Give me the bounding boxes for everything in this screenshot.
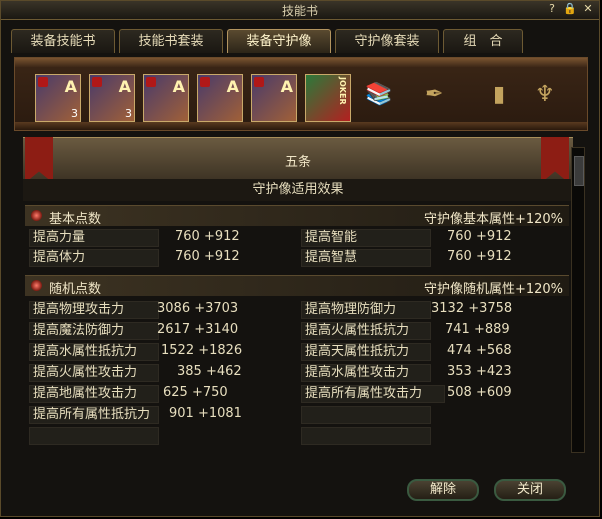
guardian-name-banner: 五条 [23,137,573,181]
guardian-card-2[interactable]: A 3 [89,74,135,122]
stat-row [29,427,569,445]
tab-equip-skillbook[interactable]: 装备技能书 [11,29,115,53]
unequip-button[interactable]: 解除 [407,479,479,501]
locked-icon [92,77,102,87]
section-bullet-icon [31,280,42,291]
stat-row: 提高魔法防御力 2617 +3140 提高火属性抵抗力 741 +889 [29,322,569,340]
tab-bar: 装备技能书 技能书套装 装备守护像 守护像套装 组 合 [11,29,523,53]
stat-row: 提高所有属性抵抗力 901 +1081 [29,406,569,424]
quill-decoration-icon: ✒ [425,82,444,107]
books-decoration-icon: 📚 [365,82,393,107]
stat-row: 提高水属性抵抗力 1522 +1826 提高天属性抵抗力 474 +568 [29,343,569,361]
close-icon[interactable]: ✕ [581,2,595,16]
window-title: 技能书 [281,4,318,18]
scrollbar-thumb[interactable] [574,156,584,186]
stat-row: 提高火属性攻击力 385 +462 提高水属性攻击力 353 +423 [29,364,569,382]
locked-icon [254,77,264,87]
stat-row: 提高体力 760 +912 提高智慧 760 +912 [29,249,569,267]
basic-points-header: 基本点数 守护像基本属性+120% [25,205,569,227]
locked-icon [200,77,210,87]
lock-icon[interactable]: 🔒 [563,2,577,16]
vertical-scrollbar[interactable] [571,147,585,453]
guardian-shelf: A 3 A 3 A A A JOKER 📚 ✒ ▮ ♆ [14,57,588,131]
help-icon[interactable]: ? [545,2,559,16]
close-button[interactable]: 关闭 [494,479,566,501]
tab-skillbook-set[interactable]: 技能书套装 [119,29,223,53]
guardian-name: 五条 [284,155,311,170]
locked-icon [146,77,156,87]
candelabra-decoration-icon: ♆ [535,82,555,107]
stat-row: 提高地属性攻击力 625 +750 提高所有属性攻击力 508 +609 [29,385,569,403]
guardian-card-5[interactable]: A [251,74,297,122]
random-points-header: 随机点数 守护像随机属性+120% [25,275,569,297]
guardian-card-3[interactable]: A [143,74,189,122]
skillbook-window: 技能书 ? 🔒 ✕ 装备技能书 技能书套装 装备守护像 守护像套装 组 合 A … [0,0,600,517]
tab-equip-guardian[interactable]: 装备守护像 [227,29,331,53]
title-bar[interactable]: 技能书 ? 🔒 ✕ [1,1,599,20]
stat-row: 提高物理攻击力 3086 +3703 提高物理防御力 3132 +3758 [29,301,569,319]
tab-combination[interactable]: 组 合 [443,29,523,53]
stat-row: 提高力量 760 +912 提高智能 760 +912 [29,229,569,247]
effects-heading: 守护像适用效果 [23,179,573,201]
section-bullet-icon [31,210,42,221]
guardian-card-1[interactable]: A 3 [35,74,81,122]
tab-guardian-set[interactable]: 守护像套装 [335,29,439,53]
guardian-card-joker[interactable]: JOKER [305,74,351,122]
guardian-card-4[interactable]: A [197,74,243,122]
locked-icon [38,77,48,87]
book-upright-decoration-icon: ▮ [493,82,506,107]
